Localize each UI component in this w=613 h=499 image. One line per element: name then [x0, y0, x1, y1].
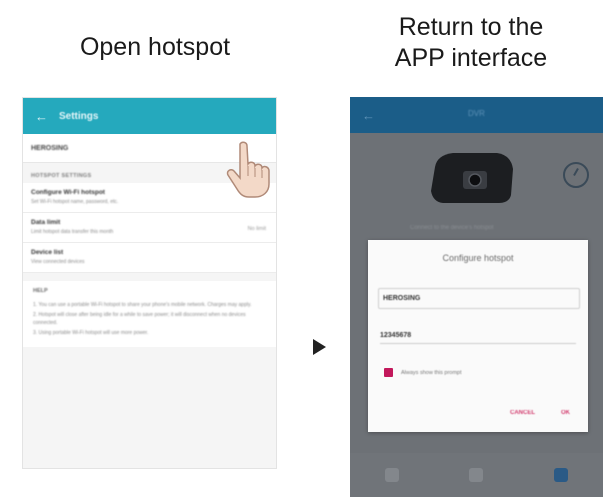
help-paragraph: 2. Hotspot will close after being idle f…: [33, 312, 246, 326]
background-hint-text: Connect to the device's hotspot: [410, 225, 494, 231]
nav-home-icon[interactable]: [385, 468, 400, 482]
help-paragraph: 1. You can use a portable Wi-Fi hotspot …: [33, 302, 252, 308]
setting-value: No limit: [247, 226, 266, 232]
hotspot-ssid-text: HEROSING: [31, 144, 69, 152]
help-paragraph: 3. Using portable Wi-Fi hotspot will use…: [33, 330, 149, 336]
caption-line-2: APP interface: [394, 44, 548, 72]
caption-open-hotspot: Open hotspot: [79, 33, 231, 61]
bottom-navigation: [350, 453, 603, 497]
cancel-button[interactable]: CANCEL: [510, 410, 535, 416]
settings-app-bar: ← Settings: [23, 98, 276, 134]
back-arrow-icon[interactable]: ←: [35, 109, 53, 124]
dialog-buttons: CANCEL OK: [510, 410, 570, 416]
setting-desc: Limit hotspot data transfer this month: [31, 229, 114, 235]
dashcam-image: [431, 153, 513, 203]
gauge-icon[interactable]: [563, 162, 589, 188]
app-title: DVR: [468, 109, 485, 118]
configure-hotspot-dialog: Configure hotspot HEROSING 12345678 Alwa…: [368, 240, 588, 432]
nav-settings-icon[interactable]: [553, 468, 568, 482]
checkbox[interactable]: [384, 368, 393, 377]
nav-album-icon[interactable]: [469, 468, 484, 482]
pointing-hand-icon: [226, 141, 270, 198]
setting-desc: View connected devices: [31, 259, 85, 265]
next-step-arrow-icon: [313, 339, 326, 355]
password-input[interactable]: 12345678: [380, 332, 576, 344]
caption-return-to-app: Return to the APP interface: [336, 12, 606, 74]
ok-button[interactable]: OK: [561, 410, 570, 416]
settings-title: Settings: [59, 110, 99, 122]
setting-device-list[interactable]: Device list View connected devices: [23, 243, 276, 273]
always-show-checkbox-row[interactable]: Always show this prompt: [384, 368, 462, 377]
app-bar: ← DVR: [350, 97, 603, 133]
caption-line-1: Return to the: [398, 13, 544, 41]
checkbox-label: Always show this prompt: [401, 369, 462, 376]
setting-data-limit[interactable]: Data limit Limit hotspot data transfer t…: [23, 213, 276, 243]
setting-title: Device list: [31, 249, 64, 256]
back-arrow-icon[interactable]: ←: [362, 108, 375, 123]
ssid-input[interactable]: HEROSING: [378, 288, 580, 309]
dialog-title: Configure hotspot: [442, 253, 514, 263]
setting-title: Data limit: [31, 219, 61, 226]
help-section: HELP 1. You can use a portable Wi-Fi hot…: [23, 281, 276, 347]
help-header: HELP: [33, 288, 48, 294]
